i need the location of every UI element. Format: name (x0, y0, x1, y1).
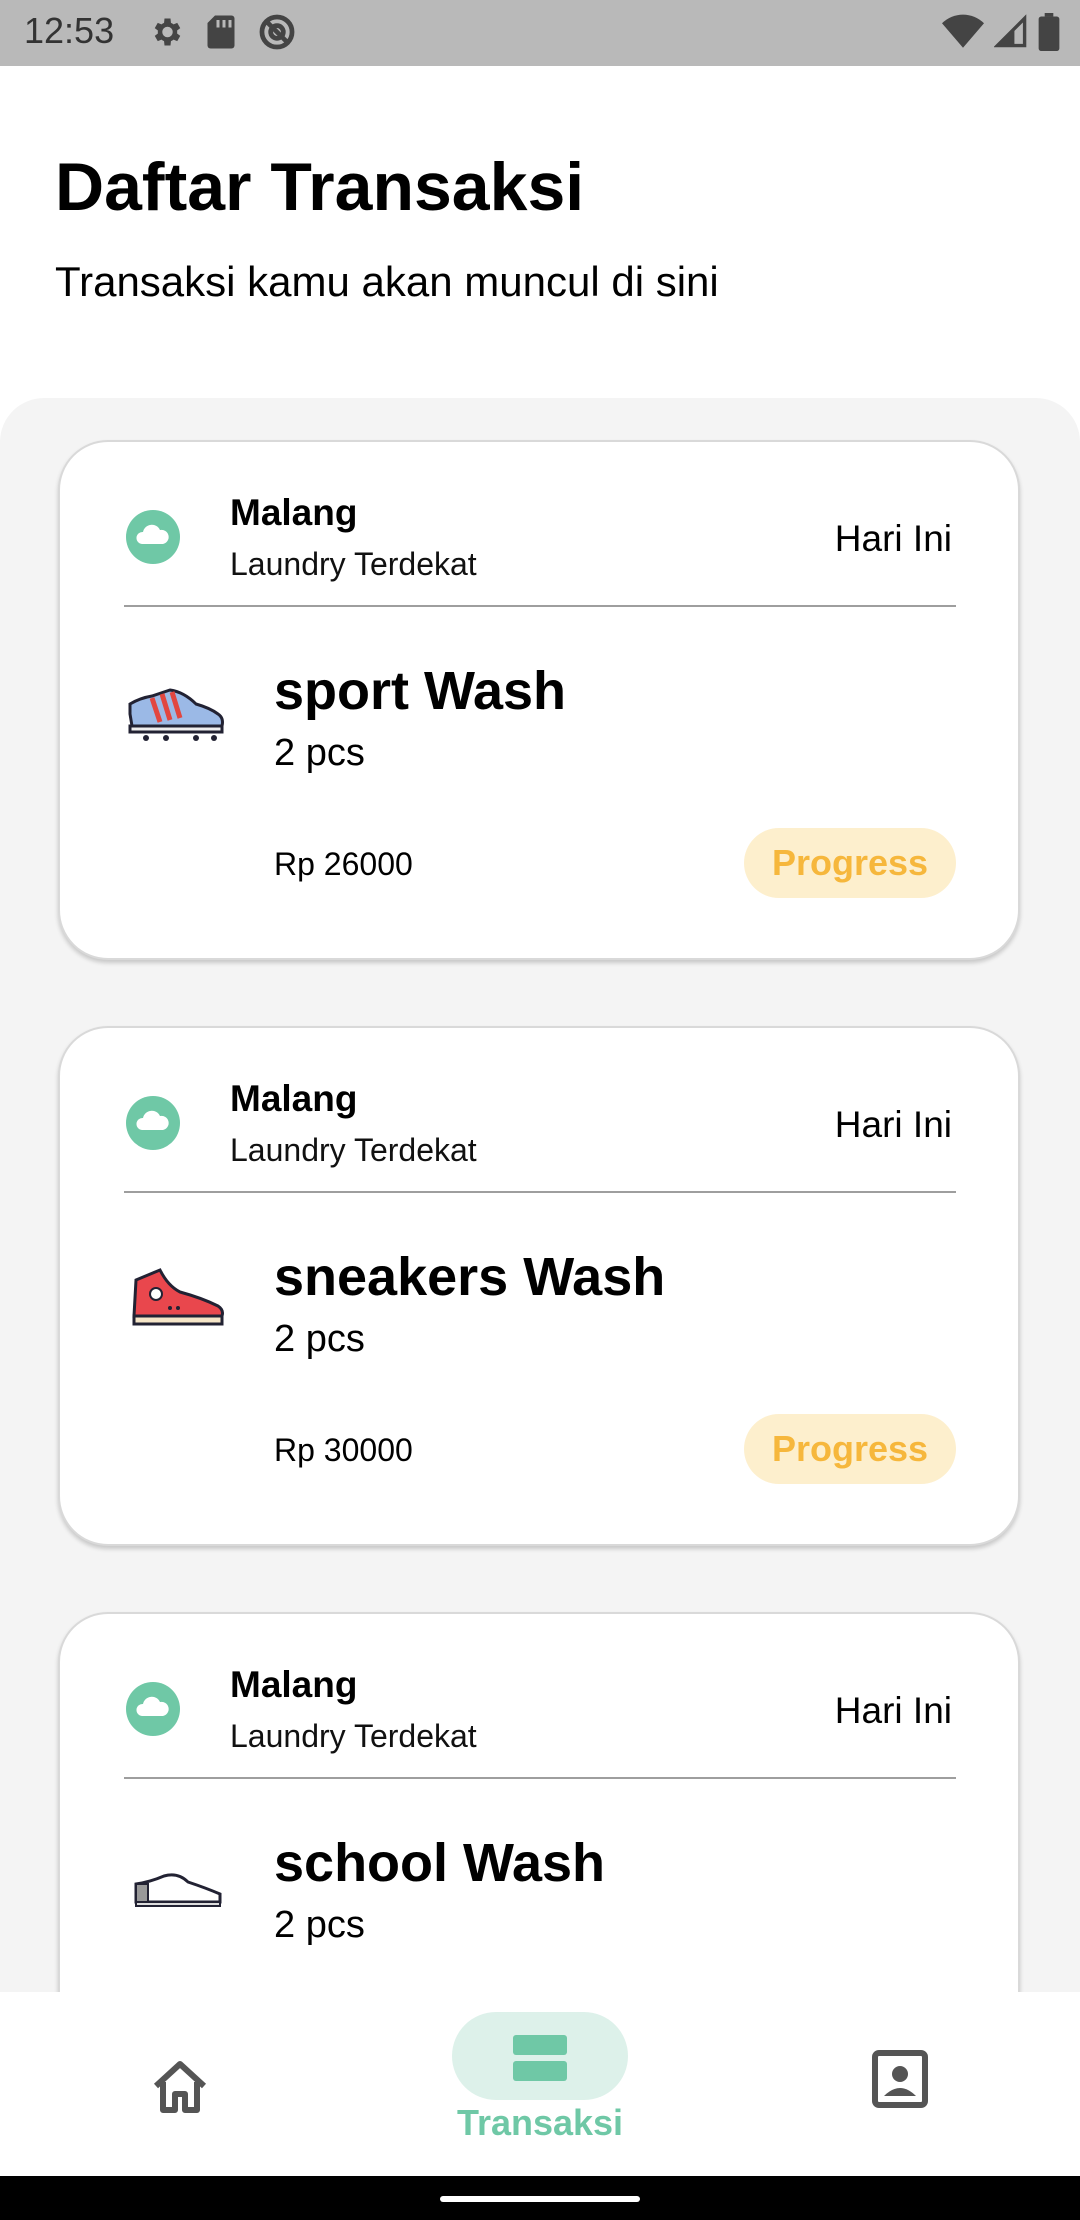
at-sign-icon (259, 14, 295, 50)
profile-icon[interactable] (872, 2050, 928, 2108)
sneaker-shoe-icon (132, 1268, 224, 1326)
page-title: Daftar Transaksi (55, 149, 585, 225)
bottom-navigation: Transaksi (0, 1992, 1080, 2176)
school-shoe-icon (134, 1873, 222, 1907)
item-quantity: 2 pcs (274, 1904, 365, 1946)
card-divider (124, 1777, 956, 1779)
card-header: Malang Laundry Terdekat Hari Ini (60, 442, 1018, 606)
transaction-date: Hari Ini (834, 1690, 952, 1731)
item-quantity: 2 pcs (274, 732, 365, 774)
status-time: 12:53 (24, 10, 115, 51)
nav-item-transaksi-label[interactable]: Transaksi (440, 2102, 640, 2144)
card-header: Malang Laundry Terdekat Hari Ini (60, 1614, 1018, 1778)
signal-icon (994, 14, 1027, 48)
item-quantity: 2 pcs (274, 1318, 365, 1360)
home-icon[interactable] (150, 2058, 210, 2114)
home-gesture-handle[interactable] (440, 2196, 640, 2202)
status-badge: Progress (744, 828, 956, 898)
card-divider (124, 1191, 956, 1193)
transaction-date: Hari Ini (834, 1104, 952, 1145)
location-city: Malang (230, 1078, 358, 1119)
item-name: school Wash (274, 1833, 606, 1893)
location-city: Malang (230, 492, 358, 533)
system-navigation-bar (0, 2176, 1080, 2220)
settings-icon (154, 18, 181, 46)
card-header: Malang Laundry Terdekat Hari Ini (60, 1028, 1018, 1192)
cloud-icon (126, 510, 180, 564)
transaction-card[interactable]: Malang Laundry Terdekat Hari Ini sneaker… (58, 1026, 1020, 1546)
item-name: sneakers Wash (274, 1247, 666, 1307)
cloud-icon (126, 1682, 180, 1736)
status-badge: Progress (744, 1414, 956, 1484)
item-price: Rp 30000 (274, 1432, 413, 1468)
card-divider (124, 605, 956, 607)
location-store: Laundry Terdekat (230, 1132, 477, 1168)
location-store: Laundry Terdekat (230, 1718, 477, 1754)
location-city: Malang (230, 1664, 358, 1705)
transaction-list[interactable]: Malang Laundry Terdekat Hari Ini sport W… (0, 398, 1080, 1992)
page-subtitle: Transaksi kamu akan muncul di sini (55, 258, 719, 305)
location-store: Laundry Terdekat (230, 546, 477, 582)
battery-icon (1038, 13, 1060, 51)
cloud-icon (126, 1096, 180, 1150)
status-icons-right (942, 13, 1060, 51)
transaction-card[interactable]: Malang Laundry Terdekat Hari Ini school … (58, 1612, 1020, 1992)
transaction-date: Hari Ini (834, 518, 952, 559)
status-icons-left (148, 13, 296, 51)
transaction-card[interactable]: Malang Laundry Terdekat Hari Ini sport W… (58, 440, 1020, 960)
wifi-icon (942, 14, 984, 48)
sd-card-icon (207, 15, 235, 49)
transactions-icon[interactable] (511, 2033, 569, 2083)
sport-shoe-icon (128, 688, 224, 741)
item-price: Rp 26000 (274, 846, 413, 882)
status-bar: 12:53 (0, 0, 1080, 66)
item-name: sport Wash (274, 661, 567, 721)
